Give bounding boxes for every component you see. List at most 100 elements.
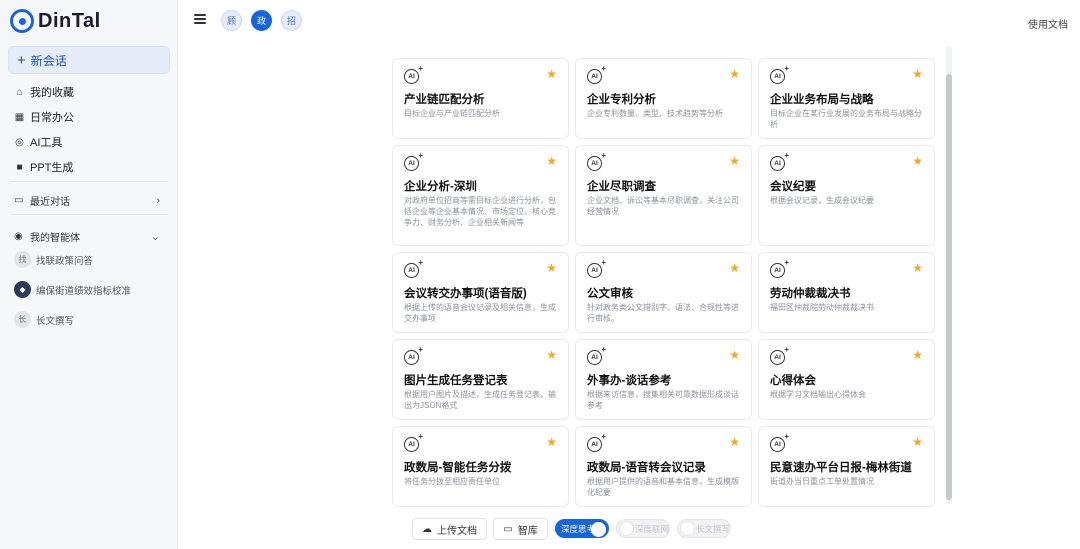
- agent-card[interactable]: AI ★ 企业分析-深圳对政府单位招商等需目标企业进行分析，包括企业等企业基本情况、…: [392, 145, 569, 246]
- card-title: 企业专利分析: [587, 94, 656, 106]
- mode-chip[interactable]: 顾: [221, 10, 242, 31]
- scrollbar-thumb[interactable]: [946, 74, 952, 500]
- ai-icon: AI: [770, 258, 789, 278]
- ai-tool-icon: ◎: [15, 136, 24, 148]
- agent-card[interactable]: AI ★ 企业业务布局与战略目标企业在某行业发展的业务布局与战略分析: [758, 58, 935, 139]
- sidebar-item-label: 日常办公: [30, 112, 74, 124]
- folder-icon: ▭: [503, 523, 513, 535]
- star-icon[interactable]: ★: [912, 154, 923, 168]
- library-label: 智库: [517, 525, 538, 537]
- card-description: 根据上传的语音会议记录及相关信息，生成交办事项: [404, 303, 556, 323]
- card-description: 福田区仲裁院劳动仲裁裁决书: [770, 303, 874, 312]
- divider: [10, 181, 168, 182]
- agent-card[interactable]: AI ★ 产业链匹配分析目标企业与产业链匹配分析: [392, 58, 569, 139]
- star-icon[interactable]: ★: [546, 261, 557, 275]
- mode-chip[interactable]: 招: [281, 10, 302, 31]
- star-icon[interactable]: ★: [912, 435, 923, 449]
- agent-card[interactable]: AI ★ 图片生成任务登记表根据用户图片及描述，生成任务登记表，输出为JSON格式: [392, 339, 569, 420]
- star-icon[interactable]: ★: [729, 348, 740, 362]
- section-label: 最近对话: [30, 197, 70, 208]
- ppt-icon: ■: [16, 161, 23, 173]
- card-description: 目标企业在某行业发展的业务布局与战略分析: [770, 109, 922, 129]
- ai-icon: AI: [404, 151, 423, 171]
- card-title: 政数局-语音转会议记录: [587, 462, 706, 474]
- brand-name: DinTal: [38, 9, 101, 32]
- ai-icon: AI: [770, 345, 789, 365]
- office-icon: ▦: [14, 111, 25, 123]
- library-button[interactable]: ▭ 智库: [493, 518, 548, 540]
- ai-icon: AI: [404, 432, 423, 452]
- toggle-label: 深度思考: [561, 523, 596, 534]
- card-description: 将任务分拨至相应责任单位: [404, 477, 500, 486]
- star-icon[interactable]: ★: [546, 348, 557, 362]
- sidebar-item-office[interactable]: ▦ 日常办公: [14, 109, 74, 125]
- logo[interactable]: DinTal: [10, 9, 101, 33]
- menu-icon[interactable]: [194, 14, 206, 24]
- agent-card[interactable]: AI ★ 劳动仲裁裁决书福田区仲裁院劳动仲裁裁决书: [758, 252, 935, 333]
- star-icon[interactable]: ★: [729, 67, 740, 81]
- agent-card[interactable]: AI ★ 会议纪要根据会议记录，生成会议纪要: [758, 145, 935, 246]
- agent-card[interactable]: AI ★ 企业尽职调查企业文档、诉讼等基本尽职调查，关注公司经营情况: [575, 145, 752, 246]
- web-search-toggle[interactable]: 深度联网: [616, 519, 670, 538]
- mode-chip-active[interactable]: 政: [251, 10, 272, 31]
- ai-icon: AI: [404, 258, 423, 278]
- agent-item[interactable]: ◆ 编保街道绩效指标校准: [14, 281, 131, 298]
- chevron-down-icon: ⌄: [150, 231, 160, 243]
- my-agents-section[interactable]: ◉ 我的智能体 ⌄: [14, 229, 160, 244]
- ai-icon: AI: [770, 64, 789, 84]
- recent-chats-section[interactable]: ▭ 最近对话 ›: [14, 193, 160, 209]
- sidebar-item-favorites[interactable]: ⌂ 我的收藏: [14, 84, 74, 100]
- card-title: 会议纪要: [770, 181, 816, 193]
- deep-think-toggle[interactable]: 深度思考: [555, 519, 609, 538]
- agent-card[interactable]: AI ★ 心得体会根据学习文档输出心得体会: [758, 339, 935, 420]
- ai-icon: AI: [587, 64, 606, 84]
- star-icon[interactable]: ★: [912, 67, 923, 81]
- card-title: 劳动仲裁裁决书: [770, 288, 851, 300]
- card-description: 街道办当日重点工单处置情况: [770, 477, 874, 486]
- ai-icon: AI: [587, 151, 606, 171]
- toggle-knob: [680, 521, 695, 536]
- star-icon[interactable]: ★: [912, 348, 923, 362]
- agent-item[interactable]: 找 找联政策问答: [14, 251, 93, 268]
- avatar: ◆: [14, 281, 31, 298]
- long-writing-toggle[interactable]: 长文撰写: [677, 519, 731, 538]
- sidebar-item-ppt[interactable]: ■ PPT生成: [14, 159, 73, 175]
- agent-card[interactable]: AI ★ 外事办-谈话参考根据来访信息，搜集相关可靠数据形成谈话参考: [575, 339, 752, 420]
- card-description: 企业专利数量、类型、技术趋势等分析: [587, 109, 723, 118]
- docs-link[interactable]: 使用文档: [1028, 16, 1068, 31]
- ai-icon: AI: [587, 258, 606, 278]
- agent-card[interactable]: AI ★ 企业专利分析企业专利数量、类型、技术趋势等分析: [575, 58, 752, 139]
- card-title: 企业分析-深圳: [404, 181, 477, 193]
- upload-doc-button[interactable]: ☁ 上传文档: [412, 518, 487, 540]
- scrollbar[interactable]: [946, 46, 952, 503]
- sidebar-item-ai-tools[interactable]: ◎ AI工具: [14, 134, 62, 150]
- star-icon[interactable]: ★: [546, 435, 557, 449]
- home-icon: ⌂: [16, 86, 23, 98]
- ai-icon: AI: [404, 345, 423, 365]
- star-icon[interactable]: ★: [729, 435, 740, 449]
- sidebar-item-label: 我的收藏: [30, 87, 74, 99]
- agent-item[interactable]: 长 长文撰写: [14, 311, 74, 328]
- star-icon[interactable]: ★: [912, 261, 923, 275]
- ai-icon: AI: [587, 345, 606, 365]
- agent-card[interactable]: AI ★ 民意速办平台日报-梅林街道街道办当日重点工单处置情况: [758, 426, 935, 507]
- section-label: 我的智能体: [30, 233, 80, 244]
- agent-card[interactable]: AI ★ 政数局-智能任务分拨将任务分拨至相应责任单位: [392, 426, 569, 507]
- avatar: 找: [14, 251, 31, 268]
- agent-label: 找联政策问答: [36, 255, 94, 267]
- new-chat-button[interactable]: + 新会话: [8, 46, 170, 74]
- chevron-right-icon: ›: [156, 194, 160, 207]
- agent-card[interactable]: AI ★ 公文审核针对政务类公文错别字、语法、合规性等进行审核。: [575, 252, 752, 333]
- card-title: 心得体会: [770, 375, 816, 387]
- sidebar-item-label: AI工具: [30, 137, 63, 149]
- card-description: 根据会议记录，生成会议纪要: [770, 196, 874, 205]
- card-title: 产业链匹配分析: [404, 94, 485, 106]
- card-description: 根据用户提供的语音和基本信息，生成模版化纪要: [587, 477, 739, 497]
- star-icon[interactable]: ★: [729, 261, 740, 275]
- card-description: 企业文档、诉讼等基本尽职调查，关注公司经营情况: [587, 196, 739, 216]
- agent-card[interactable]: AI ★ 政数局-语音转会议记录根据用户提供的语音和基本信息，生成模版化纪要: [575, 426, 752, 507]
- agent-card[interactable]: AI ★ 会议转交办事项(语音版) 根据上传的语音会议记录及相关信息，生成交办事项: [392, 252, 569, 333]
- star-icon[interactable]: ★: [546, 67, 557, 81]
- star-icon[interactable]: ★: [546, 154, 557, 168]
- star-icon[interactable]: ★: [729, 154, 740, 168]
